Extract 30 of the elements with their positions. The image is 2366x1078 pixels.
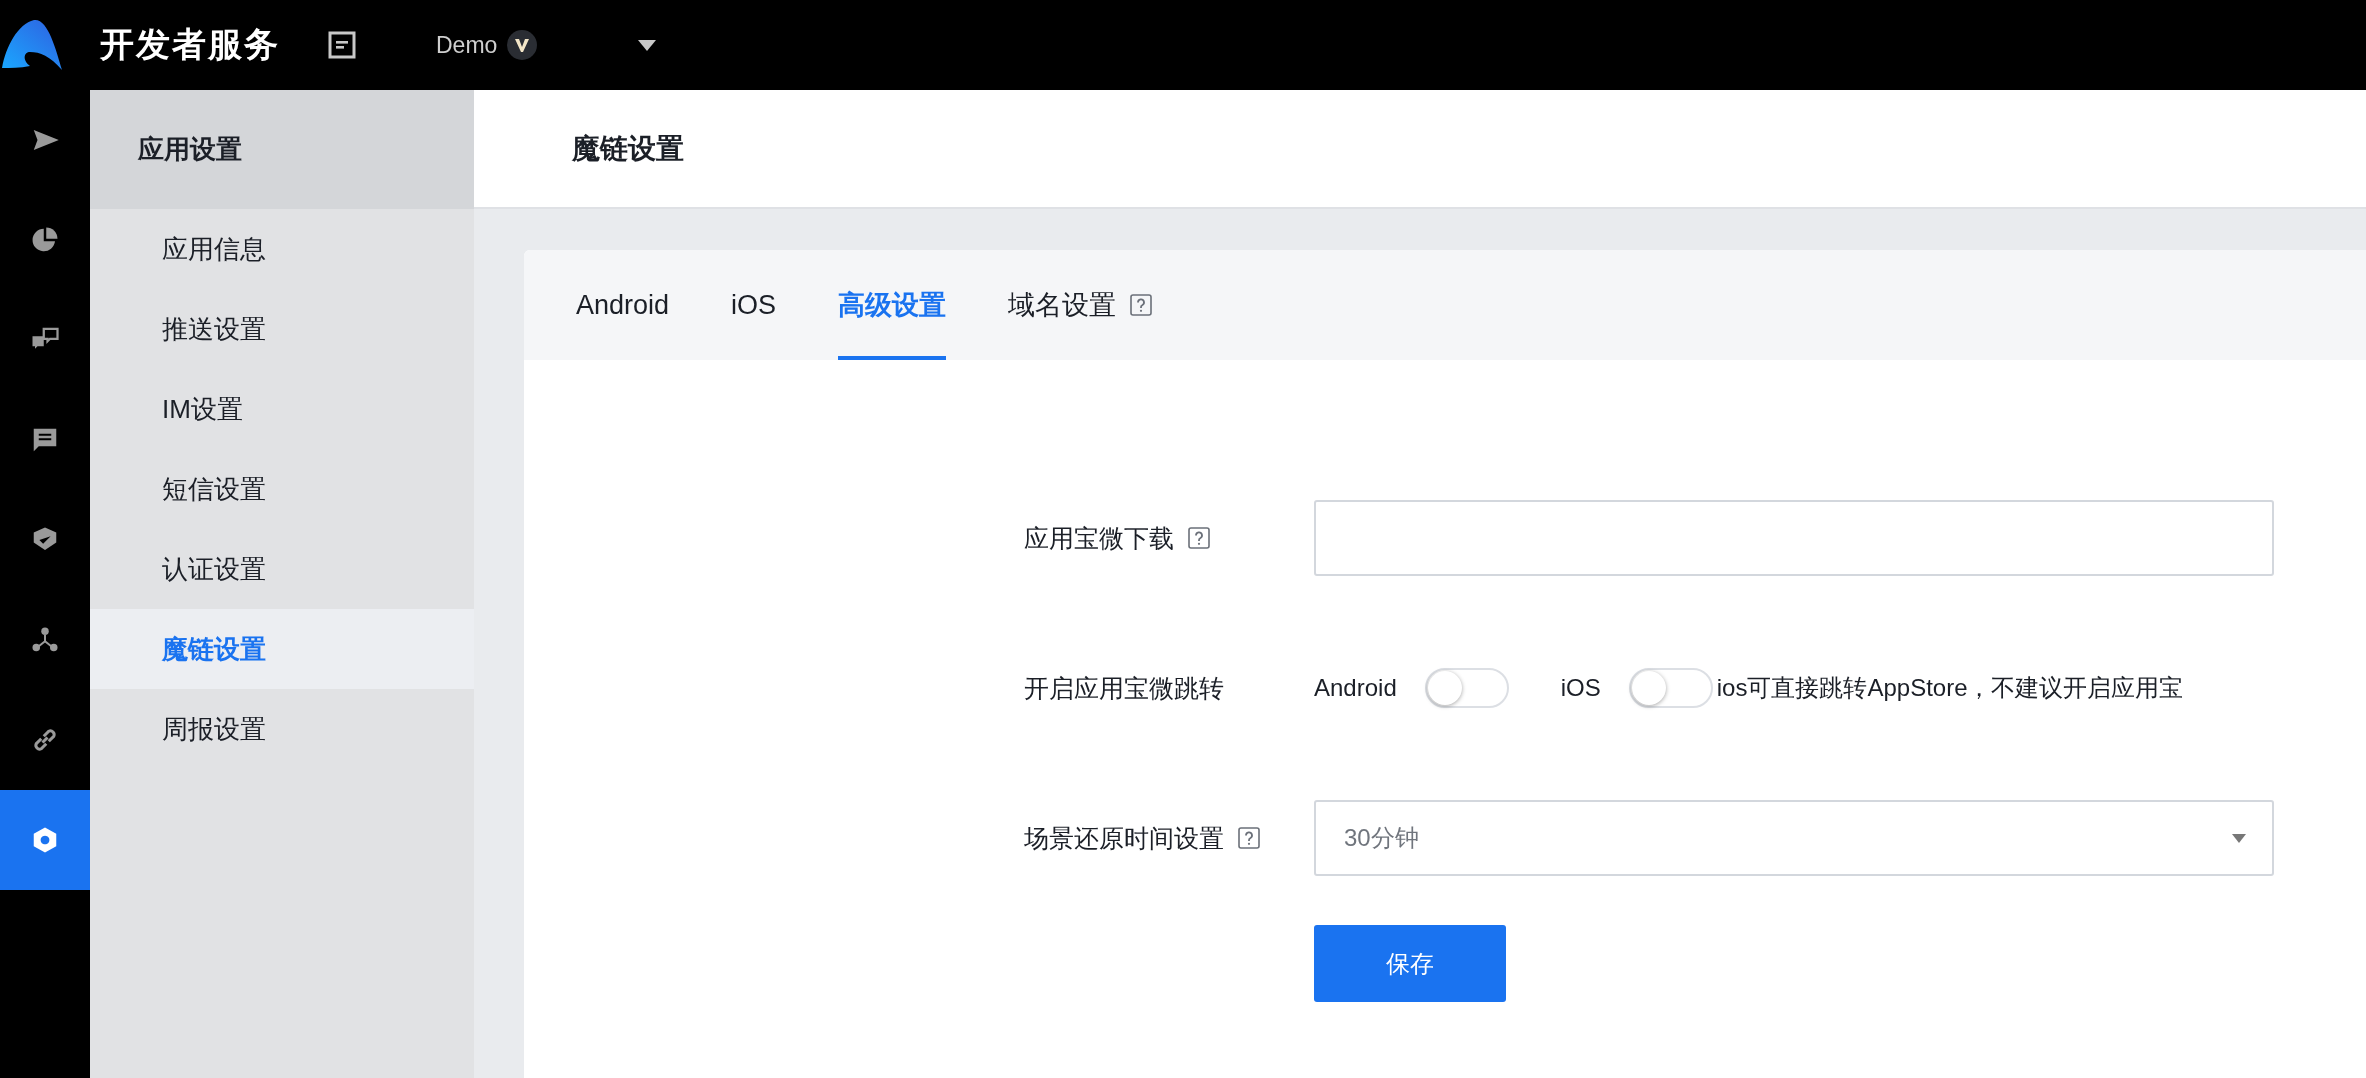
dropdown-caret-icon[interactable] [637,38,658,52]
sidebar-title: 应用设置 [90,90,474,209]
time-select[interactable]: 30分钟 [1314,800,2274,876]
app-title: 开发者服务 [100,24,280,65]
toggle-label: iOS [1560,674,1601,702]
tab[interactable]: 域名设置 [1008,250,1153,360]
toggle-switch[interactable] [1628,668,1713,708]
caret-icon [2232,833,2246,843]
toggle-label: Android [1314,674,1397,702]
sidebar-item[interactable]: IM设置 [90,369,474,449]
toggle-switch[interactable] [1424,668,1509,708]
save-button[interactable]: 保存 [1314,925,1506,1002]
form-label: 场景还原时间设置 [1024,822,1224,854]
sidebar-item[interactable]: 周报设置 [90,689,474,769]
sidebar-item[interactable]: 认证设置 [90,529,474,609]
sidebar-item[interactable]: 短信设置 [90,449,474,529]
input-field[interactable] [1314,500,2274,576]
page-title: 魔链设置 [572,131,684,166]
sidebar-item[interactable]: 应用信息 [90,209,474,289]
document-icon[interactable] [328,31,356,59]
hint-text: ios可直接跳转AppStore，不建议开启应用宝 [1716,673,2184,703]
form-label: 应用宝微下载 [1024,522,1174,554]
sidebar-item[interactable]: 推送设置 [90,289,474,369]
v-badge-icon [507,30,538,60]
tab[interactable]: Android [576,250,670,360]
sidebar-item[interactable]: 魔链设置 [90,609,474,689]
form-label: 开启应用宝微跳转 [1024,672,1224,704]
app-name[interactable]: Demo [436,31,498,59]
tab[interactable]: iOS [731,250,777,360]
tab[interactable]: 高级设置 [838,250,947,360]
